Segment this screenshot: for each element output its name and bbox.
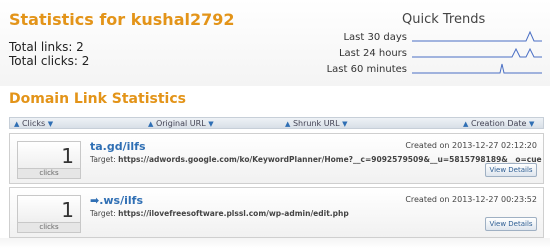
link-card: 1 clicks ➡.ws/ilfs Created on 2013-12-27… — [9, 187, 544, 238]
target-url-line: Target: https://adwords.google.com/ko/Ke… — [90, 155, 542, 164]
column-clicks-label: Clicks — [21, 119, 46, 128]
click-count-label: clicks — [18, 168, 80, 178]
column-shrunk-url-label: Shrunk URL — [292, 119, 340, 128]
sparkline-30-days-line — [412, 30, 542, 42]
view-details-button[interactable]: View Details — [485, 217, 537, 231]
sort-down-icon: ▼ — [208, 120, 214, 128]
short-url-link[interactable]: ➡.ws/ilfs — [90, 194, 143, 207]
sort-clicks[interactable]: ▲ Clicks ▼ — [14, 119, 53, 128]
sparkline-60-minutes — [412, 63, 542, 74]
sort-down-icon: ▼ — [342, 120, 348, 128]
page-title: Statistics for kushal2792 — [9, 10, 235, 29]
footer-fade — [0, 238, 550, 248]
sparkline-60-minutes-line — [412, 63, 542, 74]
total-links: Total links: 2 — [9, 40, 84, 54]
target-url-line: Target: https://ilovefreesoftware.plssl.… — [90, 209, 349, 218]
click-count-label: clicks — [18, 222, 80, 232]
sort-up-icon: ▲ — [463, 120, 469, 128]
sparkline-24-hours-line — [412, 47, 542, 58]
section-title: Domain Link Statistics — [9, 91, 186, 107]
target-url: https://adwords.google.com/ko/KeywordPla… — [118, 155, 542, 164]
sort-up-icon: ▲ — [285, 120, 291, 128]
column-creation-date-label: Creation Date — [470, 119, 527, 128]
created-date: Created on 2013-12-27 00:23:52 — [405, 195, 537, 204]
sparkline-30-days — [412, 30, 542, 42]
column-original-url-label: Original URL — [155, 119, 206, 128]
sort-original-url[interactable]: ▲ Original URL ▼ — [148, 119, 214, 128]
target-label: Target: — [90, 209, 116, 218]
sort-down-icon: ▼ — [529, 120, 535, 128]
target-url: https://ilovefreesoftware.plssl.com/wp-a… — [118, 209, 349, 218]
trend-label-24-hours: Last 24 hours — [338, 48, 407, 59]
sort-creation-date[interactable]: ▲ Creation Date ▼ — [463, 119, 534, 128]
sort-up-icon: ▲ — [14, 120, 20, 128]
quick-trends-title: Quick Trends — [402, 12, 486, 27]
view-details-button[interactable]: View Details — [485, 163, 537, 177]
trend-label-30-days: Last 30 days — [343, 32, 407, 43]
click-count-box: 1 clicks — [17, 141, 81, 179]
short-url-link[interactable]: ta.gd/ilfs — [90, 140, 146, 153]
target-label: Target: — [90, 155, 116, 164]
created-date: Created on 2013-12-27 02:12:20 — [405, 141, 537, 150]
sparkline-24-hours — [412, 47, 542, 58]
link-card: 1 clicks ta.gd/ilfs Created on 2013-12-2… — [9, 133, 544, 184]
total-clicks: Total clicks: 2 — [9, 54, 90, 68]
click-count-box: 1 clicks — [17, 195, 81, 233]
sort-shrunk-url[interactable]: ▲ Shrunk URL ▼ — [285, 119, 348, 128]
click-count: 1 — [61, 144, 74, 168]
trend-label-60-minutes: Last 60 minutes — [326, 64, 407, 75]
sort-up-icon: ▲ — [148, 120, 154, 128]
sort-down-icon: ▼ — [47, 120, 54, 128]
click-count: 1 — [61, 198, 74, 222]
column-header-bar: ▲ Clicks ▼ ▲ Original URL ▼ ▲ Shrunk URL… — [9, 117, 544, 129]
